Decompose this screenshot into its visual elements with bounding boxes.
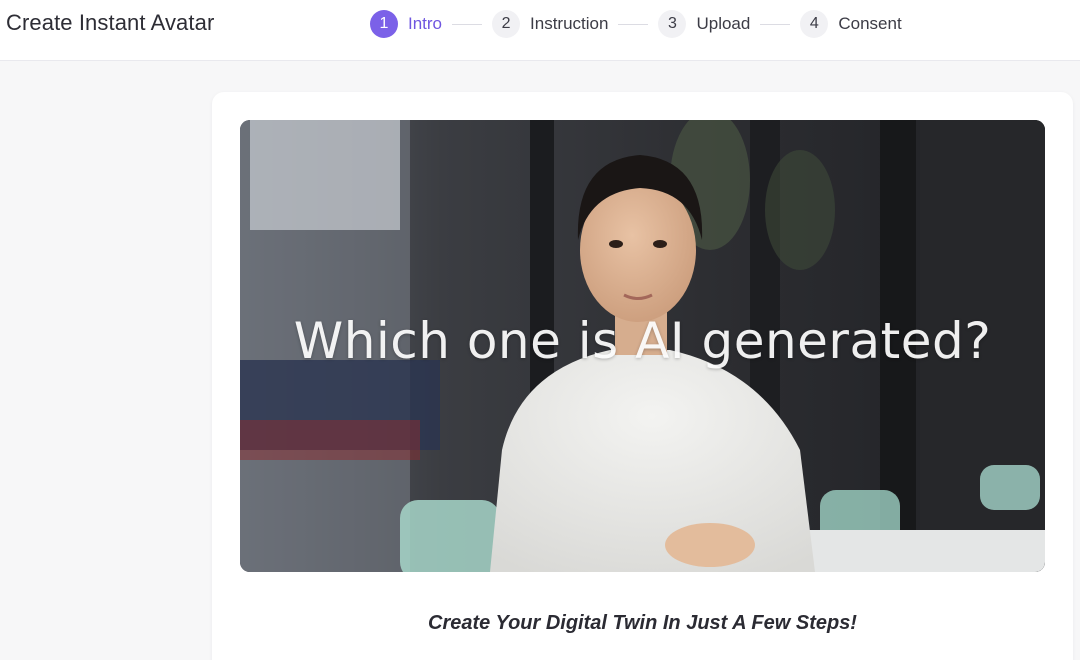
step-progress: 1 Intro 2 Instruction 3 Upload 4 Consent bbox=[370, 9, 902, 39]
step-intro[interactable]: 1 Intro bbox=[370, 10, 442, 38]
step-number: 4 bbox=[800, 10, 829, 38]
page-title: Create Instant Avatar bbox=[6, 10, 215, 35]
step-connector bbox=[452, 23, 483, 25]
video-overlay-caption: Which one is AI generated? bbox=[293, 312, 992, 370]
step-connector bbox=[760, 23, 791, 25]
step-connector bbox=[618, 23, 649, 25]
step-number: 2 bbox=[492, 10, 521, 38]
step-label: Consent bbox=[838, 14, 902, 33]
intro-tagline: Create Your Digital Twin In Just A Few S… bbox=[428, 612, 857, 634]
step-label: Intro bbox=[408, 14, 443, 33]
step-label: Upload bbox=[696, 14, 751, 33]
intro-card: Which one is AI generated? Create Your D… bbox=[212, 92, 1073, 660]
intro-video[interactable]: Which one is AI generated? bbox=[240, 120, 1045, 572]
step-instruction[interactable]: 2 Instruction bbox=[492, 10, 608, 38]
step-upload[interactable]: 3 Upload bbox=[658, 10, 750, 38]
step-label: Instruction bbox=[530, 14, 609, 33]
step-number: 3 bbox=[658, 10, 687, 38]
step-number: 1 bbox=[370, 10, 398, 38]
step-consent[interactable]: 4 Consent bbox=[800, 10, 902, 38]
header-bar: Create Instant Avatar 1 Intro 2 Instruct… bbox=[0, 0, 1080, 61]
